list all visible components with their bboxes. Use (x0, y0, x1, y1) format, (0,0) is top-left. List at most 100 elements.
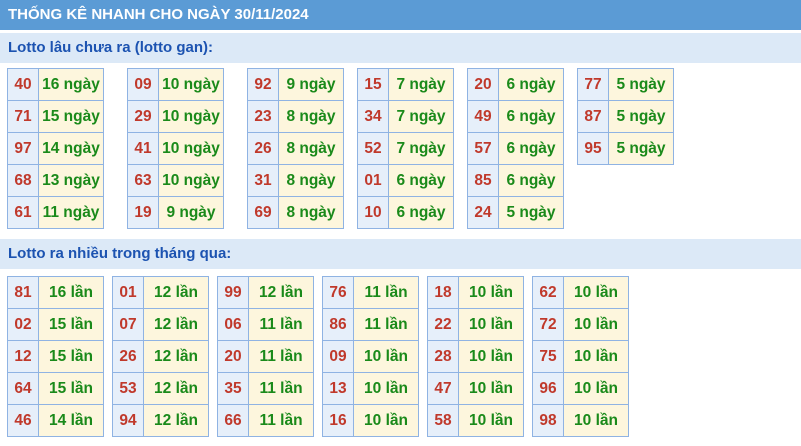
lotto-count: 16 lần (38, 276, 104, 309)
table-row: 71 15 ngày (7, 100, 104, 133)
table-row: 20 6 ngày (467, 68, 564, 101)
lotto-number: 40 (7, 68, 39, 101)
lotto-count: 12 lần (143, 372, 209, 405)
lotto-count: 10 lần (563, 340, 629, 373)
lotto-count: 10 lần (353, 340, 419, 373)
lotto-number: 22 (427, 308, 459, 341)
lotto-number: 34 (357, 100, 389, 133)
table-row: 41 10 ngày (127, 132, 224, 165)
lotto-count: 15 lần (38, 340, 104, 373)
lotto-count: 11 lần (248, 340, 314, 373)
lotto-count: 10 lần (458, 372, 524, 405)
lotto-number: 15 (357, 68, 389, 101)
table-row: 75 10 lần (532, 340, 629, 373)
lotto-count: 7 ngày (388, 132, 454, 165)
lotto-count: 10 lần (563, 372, 629, 405)
table-row: 10 6 ngày (357, 196, 454, 229)
lotto-count: 10 lần (563, 308, 629, 341)
lotto-count: 11 lần (353, 276, 419, 309)
table-row: 29 10 ngày (127, 100, 224, 133)
gan-table-6: 77 5 ngày 87 5 ngày 95 5 ngày (577, 68, 674, 165)
table-row: 87 5 ngày (577, 100, 674, 133)
table-row: 13 10 lần (322, 372, 419, 405)
lotto-number: 58 (427, 404, 459, 437)
lotto-count: 12 lần (143, 276, 209, 309)
table-row: 02 15 lần (7, 308, 104, 341)
lotto-count: 12 lần (143, 340, 209, 373)
lotto-number: 46 (7, 404, 39, 437)
lotto-count: 16 ngày (38, 68, 104, 101)
nhieu-table-5: 18 10 lần 22 10 lần 28 10 lần 47 10 lần 58 10 lần (427, 276, 524, 437)
table-row: 53 12 lần (112, 372, 209, 405)
lotto-count: 10 lần (353, 372, 419, 405)
lotto-number: 20 (217, 340, 249, 373)
table-row: 52 7 ngày (357, 132, 454, 165)
lotto-count: 8 ngày (278, 196, 344, 229)
lotto-count: 5 ngày (608, 100, 674, 133)
lotto-number: 68 (7, 164, 39, 197)
table-row: 09 10 ngày (127, 68, 224, 101)
nhieu-table-2: 01 12 lần 07 12 lần 26 12 lần 53 12 lần 94 12 lần (112, 276, 209, 437)
gan-table-3: 92 9 ngày 23 8 ngày 26 8 ngày 31 8 ngày 69 8 ngày (247, 68, 344, 229)
lotto-number: 72 (532, 308, 564, 341)
table-row: 28 10 lần (427, 340, 524, 373)
table-row: 85 6 ngày (467, 164, 564, 197)
table-row: 12 15 lần (7, 340, 104, 373)
lotto-count: 5 ngày (608, 68, 674, 101)
lotto-number: 52 (357, 132, 389, 165)
lotto-number: 29 (127, 100, 159, 133)
lotto-count: 14 ngày (38, 132, 104, 165)
table-row: 01 12 lần (112, 276, 209, 309)
lotto-count: 15 lần (38, 308, 104, 341)
lotto-count: 10 ngày (158, 100, 224, 133)
lotto-count: 8 ngày (278, 164, 344, 197)
table-row: 72 10 lần (532, 308, 629, 341)
lotto-count: 11 lần (248, 308, 314, 341)
table-row: 98 10 lần (532, 404, 629, 437)
table-row: 92 9 ngày (247, 68, 344, 101)
lotto-count: 6 ngày (388, 164, 454, 197)
lotto-number: 49 (467, 100, 499, 133)
table-row: 49 6 ngày (467, 100, 564, 133)
lotto-count: 6 ngày (498, 132, 564, 165)
lotto-count: 10 lần (353, 404, 419, 437)
lotto-count: 10 ngày (158, 164, 224, 197)
lotto-number: 18 (427, 276, 459, 309)
table-row: 68 13 ngày (7, 164, 104, 197)
table-row: 26 12 lần (112, 340, 209, 373)
lotto-number: 81 (7, 276, 39, 309)
lotto-number: 94 (112, 404, 144, 437)
lotto-count: 11 lần (248, 372, 314, 405)
table-row: 40 16 ngày (7, 68, 104, 101)
page-title: THỐNG KÊ NHANH CHO NGÀY 30/11/2024 (0, 0, 801, 30)
lotto-number: 69 (247, 196, 279, 229)
lotto-number: 99 (217, 276, 249, 309)
lotto-number: 19 (127, 196, 159, 229)
lotto-count: 7 ngày (388, 68, 454, 101)
lotto-count: 11 ngày (38, 196, 104, 229)
lotto-count: 15 lần (38, 372, 104, 405)
lotto-count: 12 lần (248, 276, 314, 309)
lotto-count: 10 lần (563, 276, 629, 309)
lotto-number: 06 (217, 308, 249, 341)
lotto-count: 6 ngày (498, 100, 564, 133)
table-row: 35 11 lần (217, 372, 314, 405)
lotto-number: 35 (217, 372, 249, 405)
table-row: 58 10 lần (427, 404, 524, 437)
lotto-number: 26 (247, 132, 279, 165)
lotto-count: 12 lần (143, 308, 209, 341)
nhieu-table-6: 62 10 lần 72 10 lần 75 10 lần 96 10 lần 98 10 lần (532, 276, 629, 437)
gan-table-1: 40 16 ngày 71 15 ngày 97 14 ngày 68 13 ngày 61 11… (7, 68, 104, 229)
lotto-count: 10 lần (458, 276, 524, 309)
lotto-count: 12 lần (143, 404, 209, 437)
lotto-count: 5 ngày (498, 196, 564, 229)
lotto-count: 10 lần (458, 340, 524, 373)
lotto-number: 24 (467, 196, 499, 229)
lotto-count: 10 lần (563, 404, 629, 437)
table-row: 20 11 lần (217, 340, 314, 373)
table-row: 01 6 ngày (357, 164, 454, 197)
lotto-count: 10 ngày (158, 68, 224, 101)
table-row: 34 7 ngày (357, 100, 454, 133)
lotto-number: 23 (247, 100, 279, 133)
lotto-count: 6 ngày (388, 196, 454, 229)
